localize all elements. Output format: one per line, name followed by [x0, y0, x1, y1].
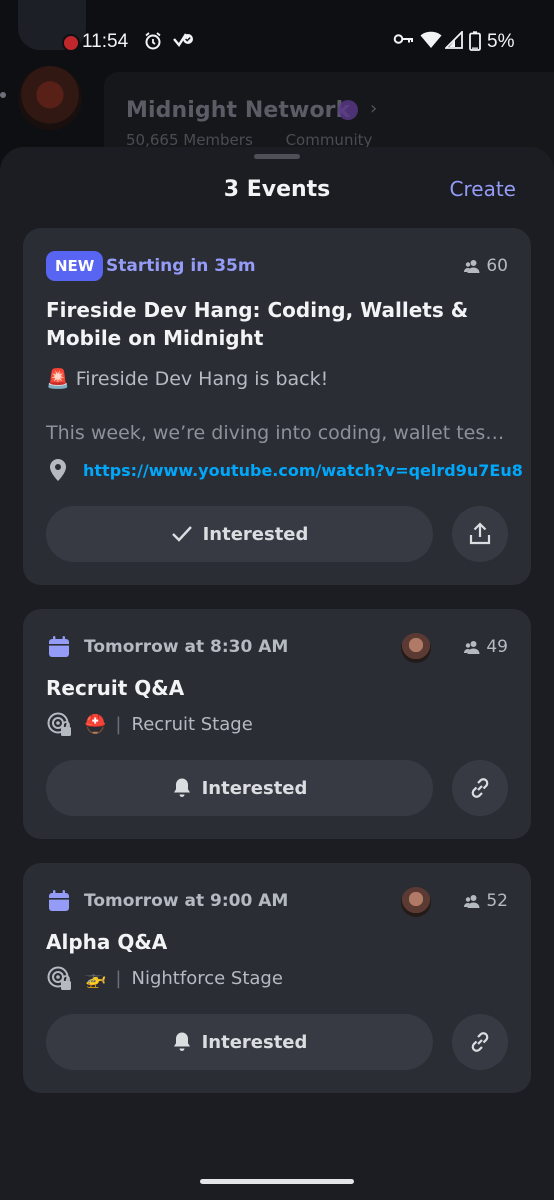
people-icon	[464, 641, 480, 654]
event-description-line: This week, we’re diving into coding, wal…	[46, 422, 505, 444]
calendar-icon	[49, 636, 69, 657]
stage-emoji: ⛑️	[84, 713, 107, 735]
share-button[interactable]	[452, 506, 508, 562]
stage-emoji: 🚁	[84, 967, 107, 989]
event-card[interactable]: Tomorrow at 9:00 AM 52 Alpha Q&A 🚁 | Nig…	[23, 863, 531, 1093]
interested-count-value: 52	[486, 891, 508, 911]
battery-icon	[469, 31, 481, 55]
event-title: Fireside Dev Hang: Coding, Wallets & Mob…	[46, 298, 469, 350]
stage-channel-icon	[47, 966, 71, 990]
interested-count: 49	[464, 637, 508, 657]
event-card[interactable]: NEW Starting in 35m 60 Fireside Dev Hang…	[23, 228, 531, 585]
location-pin-icon	[50, 459, 66, 481]
battery-percent: 5%	[487, 31, 515, 52]
checkmark-icon	[171, 526, 192, 542]
interested-count-value: 49	[486, 637, 508, 657]
key-icon	[393, 31, 415, 51]
host-avatar	[401, 633, 431, 663]
events-sheet: 3 Events Create NEW Starting in 35m 60 F…	[0, 147, 554, 1200]
stage-channel-icon	[47, 712, 71, 736]
home-indicator[interactable]	[200, 1179, 354, 1184]
event-time: Tomorrow at 8:30 AM	[84, 637, 289, 657]
server-indicator-dot	[0, 92, 6, 98]
status-bar: 11:54 5%	[0, 0, 554, 86]
share-icon	[469, 522, 491, 545]
create-event-button[interactable]: Create	[450, 177, 516, 201]
copy-link-button[interactable]	[452, 760, 508, 816]
server-name: Midnight Network	[126, 98, 351, 123]
status-time: 11:54	[82, 31, 129, 52]
event-card[interactable]: Tomorrow at 8:30 AM 49 Recruit Q&A ⛑️ | …	[23, 609, 531, 839]
separator: |	[115, 967, 122, 989]
event-title: Alpha Q&A	[46, 930, 168, 954]
link-icon	[471, 778, 489, 798]
bell-icon	[173, 778, 190, 797]
wifi-icon	[420, 31, 442, 53]
event-location: 🚁 | Nightforce Stage	[46, 965, 283, 991]
stage-name: Recruit Stage	[131, 713, 253, 735]
separator: |	[115, 713, 122, 735]
interested-button[interactable]: Interested	[46, 1014, 433, 1070]
interested-count: 52	[464, 891, 508, 911]
bell-icon	[173, 1032, 190, 1051]
drag-handle[interactable]	[254, 154, 300, 159]
interested-label: Interested	[202, 523, 309, 545]
event-description-line: 🚨 Fireside Dev Hang is back!	[46, 368, 329, 390]
stage-name: Nightforce Stage	[131, 967, 283, 989]
interested-button[interactable]: Interested	[46, 760, 433, 816]
interested-label: Interested	[201, 1031, 308, 1053]
interested-button[interactable]: Interested	[46, 506, 433, 562]
people-icon	[464, 260, 480, 273]
signal-icon	[443, 29, 463, 53]
host-avatar	[401, 887, 431, 917]
interested-count-value: 60	[486, 256, 508, 276]
alarm-icon	[143, 31, 163, 55]
calendar-icon	[49, 890, 69, 911]
chevron-right-icon: ›	[370, 98, 378, 119]
new-badge: NEW	[46, 251, 104, 281]
event-title: Recruit Q&A	[46, 676, 185, 700]
link-icon	[471, 1032, 489, 1052]
event-starting-time: Starting in 35m	[106, 256, 256, 276]
people-icon	[464, 895, 480, 908]
event-location-link[interactable]: https://www.youtube.com/watch?v=qelrd9u7…	[83, 461, 523, 480]
interested-label: Interested	[201, 777, 308, 799]
event-location: ⛑️ | Recruit Stage	[46, 711, 253, 737]
event-time: Tomorrow at 9:00 AM	[84, 891, 289, 911]
copy-link-button[interactable]	[452, 1014, 508, 1070]
verified-check-icon	[172, 31, 196, 55]
interested-count: 60	[464, 256, 508, 276]
community-badge-icon	[338, 100, 358, 120]
